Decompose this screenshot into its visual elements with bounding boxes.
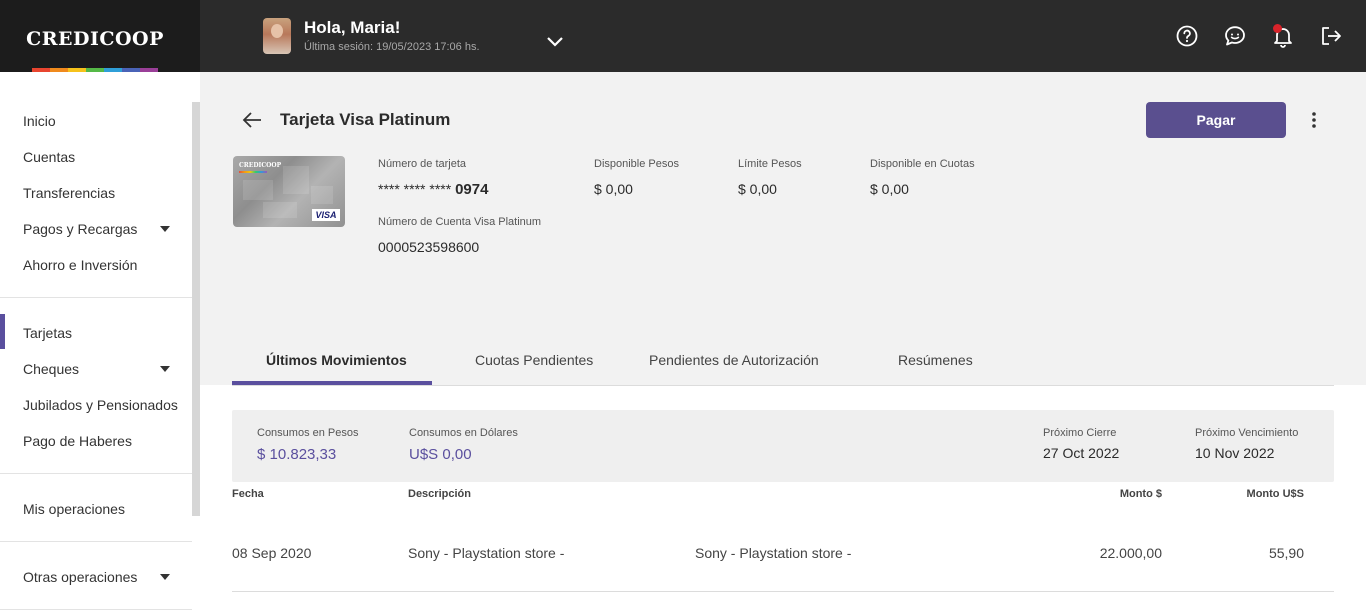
consumos-pesos-label: Consumos en Pesos bbox=[257, 427, 359, 439]
card-number-label: Número de tarjeta bbox=[378, 158, 467, 170]
column-header-monto-pesos: Monto $ bbox=[1119, 488, 1162, 500]
sidebar-divider bbox=[0, 297, 192, 298]
column-header-monto-usd: Monto U$S bbox=[1246, 488, 1304, 500]
tabs-divider bbox=[232, 385, 1334, 386]
consumos-dolares-label: Consumos en Dólares bbox=[409, 427, 518, 439]
card-texture bbox=[311, 186, 333, 204]
sidebar-divider bbox=[0, 609, 192, 610]
tab-cuotas-pendientes[interactable]: Cuotas Pendientes bbox=[475, 352, 593, 368]
limit-pesos-label: Límite Pesos bbox=[738, 158, 802, 170]
row-divider bbox=[232, 591, 1334, 592]
summary-box: Consumos en Pesos $ 10.823,33 Consumos e… bbox=[232, 410, 1334, 482]
tab-resumenes[interactable]: Resúmenes bbox=[898, 352, 973, 368]
card-rainbow-stripe bbox=[239, 171, 267, 173]
card-brand-logo: CREDICOOP bbox=[239, 162, 282, 169]
caret-down-icon[interactable] bbox=[160, 574, 170, 580]
consumos-dolares-value: U$S 0,00 bbox=[409, 446, 472, 463]
account-number-value: 0000523598600 bbox=[378, 239, 480, 255]
page-title: Tarjeta Visa Platinum bbox=[280, 110, 451, 129]
chevron-down-icon[interactable] bbox=[545, 33, 565, 49]
last-session-text: Última sesión: 19/05/2023 17:06 hs. bbox=[304, 41, 480, 53]
top-bar: CREDICOOP Hola, Maria! Última sesión: 19… bbox=[0, 0, 1366, 72]
column-header-descripcion: Descripción bbox=[408, 488, 471, 500]
help-icon[interactable] bbox=[1175, 24, 1199, 48]
sidebar-item-tarjetas[interactable]: Tarjetas bbox=[23, 325, 72, 341]
consumos-pesos-value: $ 10.823,33 bbox=[257, 446, 337, 463]
sidebar-item-pago-haberes[interactable]: Pago de Haberes bbox=[23, 433, 132, 449]
card-texture bbox=[283, 166, 309, 194]
card-texture bbox=[263, 202, 297, 218]
card-texture bbox=[243, 180, 273, 200]
logo[interactable]: CREDICOOP bbox=[0, 28, 190, 50]
visa-logo: VISA bbox=[312, 209, 340, 221]
row-monto-pesos: 22.000,00 bbox=[1099, 545, 1162, 561]
sidebar-item-mis-operaciones[interactable]: Mis operaciones bbox=[23, 501, 125, 517]
sidebar-item-inicio[interactable]: Inicio bbox=[23, 113, 56, 129]
row-descripcion: Sony - Playstation store - bbox=[408, 545, 565, 561]
sidebar-item-ahorro-inversion[interactable]: Ahorro e Inversión bbox=[23, 257, 137, 273]
available-pesos-value: $ 0,00 bbox=[594, 181, 633, 197]
proximo-vencimiento-value: 10 Nov 2022 bbox=[1195, 445, 1275, 461]
logo-area[interactable]: CREDICOOP bbox=[0, 0, 200, 72]
sidebar-scrollbar[interactable] bbox=[192, 102, 200, 516]
chat-icon[interactable] bbox=[1223, 24, 1247, 48]
row-detalle: Sony - Playstation store - bbox=[695, 545, 852, 561]
row-monto-usd: 55,90 bbox=[1268, 545, 1304, 561]
active-tab-indicator bbox=[232, 381, 432, 385]
column-header-fecha: Fecha bbox=[232, 488, 264, 500]
avatar[interactable] bbox=[263, 18, 291, 54]
caret-down-icon[interactable] bbox=[160, 366, 170, 372]
back-arrow-icon[interactable] bbox=[241, 110, 263, 130]
card-number-masked: **** **** **** bbox=[378, 181, 452, 197]
card-number-last4: 0974 bbox=[455, 181, 489, 198]
notification-badge bbox=[1273, 24, 1282, 33]
sidebar-item-otras-operaciones[interactable]: Otras operaciones bbox=[23, 569, 137, 585]
card-number-value: **** **** **** 0974 bbox=[378, 181, 488, 198]
active-indicator bbox=[0, 314, 5, 349]
proximo-cierre-label: Próximo Cierre bbox=[1043, 427, 1117, 439]
account-number-label: Número de Cuenta Visa Platinum bbox=[378, 216, 542, 228]
proximo-cierre-value: 27 Oct 2022 bbox=[1043, 445, 1120, 461]
pay-button[interactable]: Pagar bbox=[1146, 102, 1286, 138]
card-image: CREDICOOP VISA bbox=[233, 156, 345, 227]
available-installments-value: $ 0,00 bbox=[870, 181, 909, 197]
more-options-icon[interactable] bbox=[1306, 110, 1322, 130]
sidebar-divider bbox=[0, 541, 192, 542]
available-installments-label: Disponible en Cuotas bbox=[870, 158, 975, 170]
tab-pendientes-autorizacion[interactable]: Pendientes de Autorización bbox=[649, 352, 819, 368]
sidebar-divider bbox=[0, 473, 192, 474]
limit-pesos-value: $ 0,00 bbox=[738, 181, 777, 197]
sidebar-item-cuentas[interactable]: Cuentas bbox=[23, 149, 75, 165]
caret-down-icon[interactable] bbox=[160, 226, 170, 232]
logout-icon[interactable] bbox=[1319, 24, 1343, 48]
sidebar-item-transferencias[interactable]: Transferencias bbox=[23, 185, 115, 201]
sidebar-item-jubilados[interactable]: Jubilados y Pensionados bbox=[23, 397, 178, 413]
proximo-vencimiento-label: Próximo Vencimiento bbox=[1195, 427, 1299, 439]
sidebar-item-pagos-recargas[interactable]: Pagos y Recargas bbox=[23, 221, 137, 237]
sidebar-item-cheques[interactable]: Cheques bbox=[23, 361, 79, 377]
user-greeting: Hola, Maria! bbox=[304, 18, 401, 37]
row-fecha: 08 Sep 2020 bbox=[232, 545, 312, 561]
tab-ultimos-movimientos[interactable]: Últimos Movimientos bbox=[266, 352, 407, 368]
available-pesos-label: Disponible Pesos bbox=[594, 158, 679, 170]
